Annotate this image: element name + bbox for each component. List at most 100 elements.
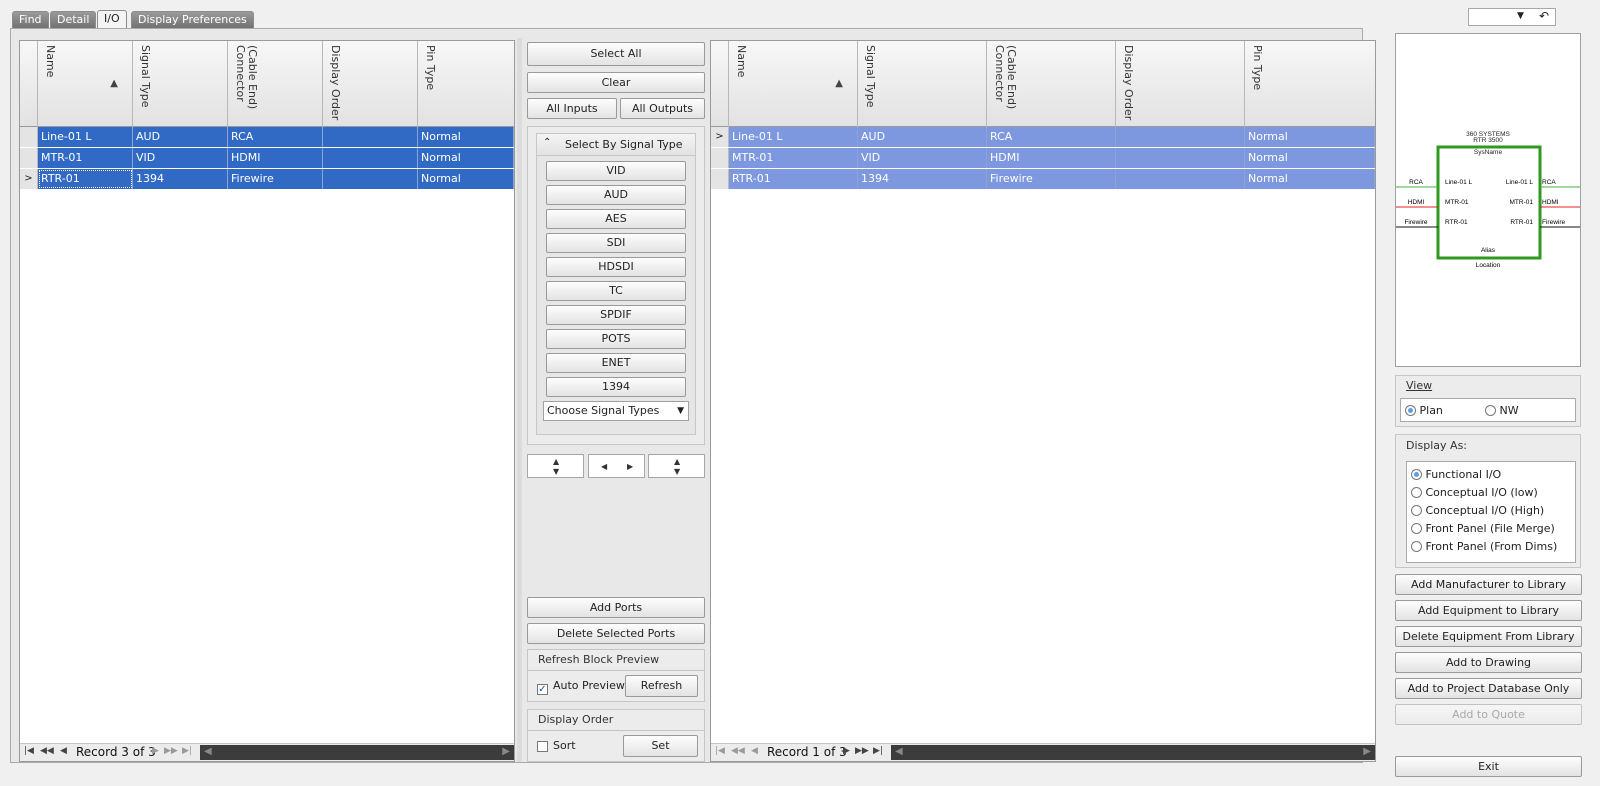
cell-name[interactable]: Line-01 L bbox=[729, 127, 858, 147]
last-record-icon[interactable]: ▶| bbox=[873, 746, 883, 756]
scroll-left-icon[interactable]: ◀ bbox=[204, 746, 212, 757]
delete-selected-ports-button[interactable]: Delete Selected Ports bbox=[527, 623, 705, 644]
cell-signal-type[interactable]: AUD bbox=[133, 127, 228, 147]
front-panel-file-merge-radio[interactable]: Front Panel (File Merge) bbox=[1411, 522, 1555, 535]
column-header-pin-type[interactable]: Pin Type bbox=[1245, 41, 1375, 127]
cell-connector[interactable]: RCA bbox=[987, 127, 1116, 147]
row-indicator[interactable] bbox=[20, 127, 38, 147]
signal-tc-button[interactable]: TC bbox=[546, 281, 686, 301]
cell-display-order[interactable] bbox=[323, 127, 418, 147]
move-spinner[interactable]: ◀ ▶ bbox=[588, 454, 645, 478]
previous-record-icon[interactable]: ◀ bbox=[60, 746, 67, 756]
all-outputs-button[interactable]: All Outputs bbox=[620, 98, 705, 119]
scroll-right-icon[interactable]: ▶ bbox=[502, 746, 510, 757]
cell-signal-type[interactable]: VID bbox=[133, 148, 228, 168]
exit-button[interactable]: Exit bbox=[1395, 756, 1582, 777]
view-nw-radio[interactable]: NW bbox=[1485, 404, 1519, 417]
cell-signal-type[interactable]: VID bbox=[858, 148, 987, 168]
signal-aud-button[interactable]: AUD bbox=[546, 185, 686, 205]
add-equipment-button[interactable]: Add Equipment to Library bbox=[1395, 600, 1582, 621]
scroll-left-icon[interactable]: ◀ bbox=[895, 746, 903, 757]
clear-button[interactable]: Clear bbox=[527, 72, 705, 93]
row-indicator[interactable] bbox=[20, 148, 38, 168]
tab-detail[interactable]: Detail bbox=[50, 11, 97, 29]
next-page-icon[interactable]: ▶▶ bbox=[855, 746, 869, 756]
tab-display-preferences[interactable]: Display Preferences bbox=[131, 11, 254, 29]
previous-page-icon[interactable]: ◀◀ bbox=[40, 746, 54, 756]
cell-name[interactable]: RTR-01 bbox=[729, 169, 858, 189]
collapse-icon[interactable]: ⌃ bbox=[543, 137, 551, 148]
cell-signal-type[interactable]: 1394 bbox=[133, 169, 228, 189]
table-row[interactable]: MTR-01 VID HDMI Normal bbox=[711, 148, 1375, 168]
outputs-grid[interactable]: Name ▲ Signal Type (Cable End) Connector … bbox=[710, 40, 1376, 762]
first-record-icon[interactable]: |◀ bbox=[24, 746, 34, 756]
right-arrow-icon[interactable]: ▶ bbox=[627, 462, 633, 471]
view-plan-radio[interactable]: Plan bbox=[1405, 404, 1443, 417]
select-all-button[interactable]: Select All bbox=[527, 42, 705, 66]
cell-pin-type[interactable]: Normal bbox=[418, 127, 514, 147]
sort-checkbox[interactable] bbox=[537, 740, 548, 753]
cell-name[interactable]: MTR-01 bbox=[38, 148, 133, 168]
next-record-icon[interactable]: ▶ bbox=[843, 746, 850, 756]
cell-pin-type[interactable]: Normal bbox=[418, 148, 514, 168]
cell-signal-type[interactable]: 1394 bbox=[858, 169, 987, 189]
cell-name[interactable]: MTR-01 bbox=[729, 148, 858, 168]
table-row[interactable]: RTR-01 1394 Firewire Normal bbox=[711, 169, 1375, 189]
auto-preview-checkbox[interactable]: ✓ bbox=[537, 680, 548, 695]
refresh-button[interactable]: Refresh bbox=[625, 675, 698, 697]
signal-spdif-button[interactable]: SPDIF bbox=[546, 305, 686, 325]
tab-io[interactable]: I/O bbox=[97, 10, 127, 30]
front-panel-from-dims-radio[interactable]: Front Panel (From Dims) bbox=[1411, 540, 1557, 553]
cell-connector[interactable]: HDMI bbox=[228, 148, 323, 168]
cell-name[interactable]: Line-01 L bbox=[38, 127, 133, 147]
choose-signal-types-select[interactable]: Choose Signal Types ▼ bbox=[543, 401, 689, 421]
output-order-spinner[interactable]: ▲ ▼ bbox=[648, 454, 705, 478]
cell-connector[interactable]: Firewire bbox=[987, 169, 1116, 189]
signal-hdsdi-button[interactable]: HDSDI bbox=[546, 257, 686, 277]
horizontal-scrollbar[interactable]: ◀ ▶ bbox=[200, 745, 514, 760]
cell-display-order[interactable] bbox=[1116, 169, 1245, 189]
cell-connector[interactable]: RCA bbox=[228, 127, 323, 147]
column-header-connector[interactable]: (Cable End) Connector bbox=[228, 41, 323, 127]
column-header-signal-type[interactable]: Signal Type bbox=[133, 41, 228, 127]
spin-up-icon[interactable]: ▲ bbox=[674, 457, 680, 466]
all-inputs-button[interactable]: All Inputs bbox=[527, 98, 617, 119]
spin-down-icon[interactable]: ▼ bbox=[553, 467, 559, 476]
table-row[interactable]: > RTR-01 1394 Firewire Normal bbox=[20, 169, 514, 189]
chevron-down-icon[interactable]: ▼ bbox=[677, 402, 684, 420]
cell-pin-type[interactable]: Normal bbox=[1245, 127, 1375, 147]
cell-pin-type[interactable]: Normal bbox=[1245, 169, 1375, 189]
cell-display-order[interactable] bbox=[1116, 148, 1245, 168]
top-right-dropdown[interactable]: ▼ ↶ bbox=[1468, 8, 1556, 26]
current-row-arrow-icon[interactable]: > bbox=[711, 127, 729, 147]
row-indicator[interactable] bbox=[711, 148, 729, 168]
add-manufacturer-button[interactable]: Add Manufacturer to Library bbox=[1395, 574, 1582, 595]
left-arrow-icon[interactable]: ◀ bbox=[601, 462, 607, 471]
table-row[interactable]: Line-01 L AUD RCA Normal bbox=[20, 127, 514, 147]
input-order-spinner[interactable]: ▲ ▼ bbox=[527, 454, 584, 478]
row-indicator[interactable] bbox=[711, 169, 729, 189]
undo-icon[interactable]: ↶ bbox=[1539, 9, 1549, 23]
cell-connector[interactable]: Firewire bbox=[228, 169, 323, 189]
table-row[interactable]: > Line-01 L AUD RCA Normal bbox=[711, 127, 1375, 147]
cell-display-order[interactable] bbox=[323, 169, 418, 189]
column-header-display-order[interactable]: Display Order bbox=[1116, 41, 1245, 127]
column-header-signal-type[interactable]: Signal Type bbox=[858, 41, 987, 127]
add-to-project-database-button[interactable]: Add to Project Database Only bbox=[1395, 678, 1582, 699]
signal-sdi-button[interactable]: SDI bbox=[546, 233, 686, 253]
conceptual-io-low-radio[interactable]: Conceptual I/O (low) bbox=[1411, 486, 1538, 499]
cell-pin-type[interactable]: Normal bbox=[418, 169, 514, 189]
select-by-signal-type-header[interactable]: ⌃ Select By Signal Type bbox=[537, 134, 695, 156]
inputs-grid[interactable]: Name ▲ Signal Type (Cable End) Connector … bbox=[19, 40, 515, 762]
cell-pin-type[interactable]: Normal bbox=[1245, 148, 1375, 168]
set-button[interactable]: Set bbox=[623, 735, 698, 757]
cell-name[interactable]: RTR-01 bbox=[38, 169, 133, 189]
signal-1394-button[interactable]: 1394 bbox=[546, 377, 686, 397]
cell-display-order[interactable] bbox=[1116, 127, 1245, 147]
cell-connector[interactable]: HDMI bbox=[987, 148, 1116, 168]
splitter[interactable] bbox=[517, 38, 522, 762]
column-header-name[interactable]: Name ▲ bbox=[38, 41, 133, 127]
current-row-arrow-icon[interactable]: > bbox=[20, 169, 38, 189]
column-header-pin-type[interactable]: Pin Type bbox=[418, 41, 514, 127]
spin-down-icon[interactable]: ▼ bbox=[674, 467, 680, 476]
